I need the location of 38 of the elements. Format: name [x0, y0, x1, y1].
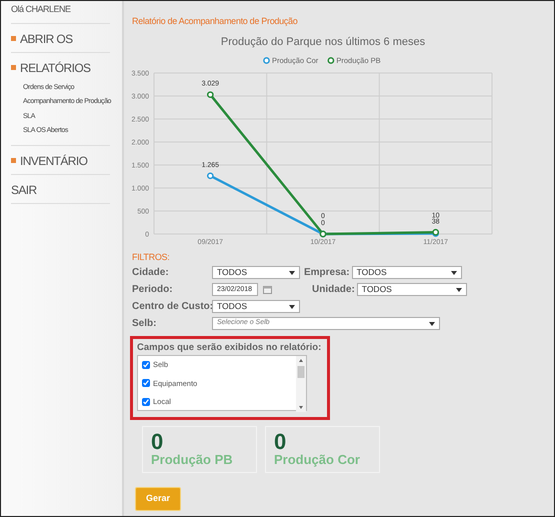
- select-field[interactable]: TODOS: [356, 283, 467, 296]
- calendar-icon[interactable]: [263, 285, 272, 294]
- field-label: Cidade:: [132, 266, 170, 280]
- checkbox[interactable]: [142, 360, 150, 369]
- field-label: Unidade:: [312, 283, 355, 297]
- menu-item[interactable]: SAIR: [11, 180, 37, 198]
- counter-value: 0: [274, 431, 288, 454]
- chart-title: Produção do Parque nos últimos 6 meses: [220, 36, 426, 48]
- data-point: [206, 172, 214, 179]
- menu-item[interactable]: INVENTÁRIO: [20, 152, 88, 170]
- caret-icon: [456, 288, 462, 292]
- caret-icon: [289, 304, 295, 308]
- fields-title: Campos que serão exibidos no relatório:: [137, 341, 322, 355]
- report-title: Relatório de Acompanhamento de Produção: [132, 15, 298, 28]
- counter-label: Produção PB: [151, 453, 234, 466]
- filters-title: FILTROS:: [132, 250, 170, 264]
- field-label: Centro de Custo:: [132, 300, 212, 314]
- scrollbar[interactable]: [296, 356, 306, 412]
- data-point: [206, 90, 214, 98]
- counter-value: 0: [151, 431, 164, 454]
- greeting-text: Olá CHARLENE: [11, 1, 110, 24]
- field-label: Empresa:: [304, 266, 350, 280]
- field-label: Selb:: [132, 317, 158, 331]
- caret-icon: [429, 322, 435, 326]
- select-field[interactable]: TODOS: [352, 266, 462, 279]
- menu-item[interactable]: RELATÓRIOS: [20, 58, 90, 76]
- bullet-icon: [11, 36, 16, 41]
- bullet-icon: [11, 158, 16, 163]
- counter-label: Produção Cor: [274, 453, 361, 466]
- checkbox[interactable]: [142, 398, 150, 406]
- select-field[interactable]: TODOS: [212, 266, 300, 279]
- field-label: Periodo:: [132, 283, 174, 297]
- menu-item[interactable]: ABRIR OS: [20, 30, 73, 48]
- caret-icon: [289, 270, 295, 274]
- caret-icon: [450, 270, 457, 274]
- bullet-icon: [11, 65, 16, 70]
- select-field[interactable]: TODOS: [212, 300, 300, 313]
- checkbox[interactable]: [142, 379, 150, 388]
